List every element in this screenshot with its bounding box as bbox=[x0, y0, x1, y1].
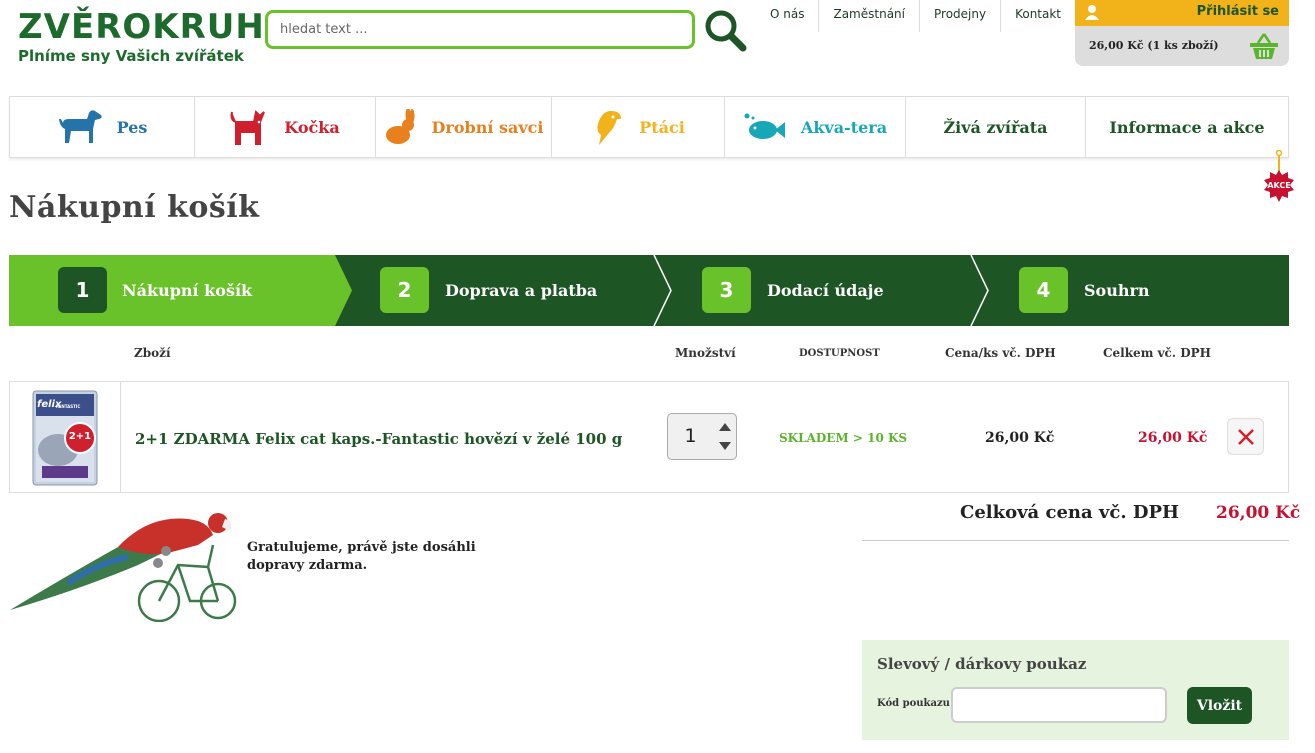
category-aqua-terra[interactable]: Akva-tera bbox=[725, 97, 906, 157]
step-number: 2 bbox=[380, 267, 429, 313]
column-header-unit-price: Cena/ks vč. DPH bbox=[945, 346, 1056, 360]
divider bbox=[862, 540, 1289, 541]
top-navigation: O nás Zaměstnání Prodejny Kontakt bbox=[756, 0, 1075, 32]
category-label: Pes bbox=[116, 117, 148, 137]
promo-tag-icon bbox=[1264, 149, 1294, 202]
search-button[interactable] bbox=[703, 8, 747, 52]
category-info-promo[interactable]: Informace a akce bbox=[1086, 97, 1288, 157]
search-icon bbox=[705, 10, 747, 52]
category-birds[interactable]: Ptáci bbox=[552, 97, 725, 157]
step-number: 1 bbox=[58, 267, 107, 313]
category-cat[interactable]: Kočka bbox=[195, 97, 376, 157]
search-input[interactable] bbox=[265, 10, 695, 49]
category-dog[interactable]: Pes bbox=[10, 97, 195, 157]
rabbit-icon bbox=[385, 109, 415, 144]
step-number: 3 bbox=[702, 267, 751, 313]
step-number: 4 bbox=[1019, 267, 1068, 313]
category-label: Kočka bbox=[284, 117, 340, 137]
step-label: Dodací údaje bbox=[767, 281, 884, 300]
column-header-product: Zboží bbox=[134, 346, 171, 360]
promo-badge-label: 2+1 bbox=[68, 431, 92, 442]
product-name[interactable]: 2+1 ZDARMA Felix cat kaps.-Fantastic hov… bbox=[135, 430, 622, 448]
quantity-value[interactable]: 1 bbox=[668, 425, 713, 447]
category-label: Živá zvířata bbox=[943, 117, 1048, 137]
category-label: Informace a akce bbox=[1109, 117, 1265, 137]
step-label: Souhrn bbox=[1084, 281, 1150, 300]
step-label: Doprava a platba bbox=[445, 281, 598, 300]
category-label: Akva-tera bbox=[800, 117, 888, 137]
step-label: Nákupní košík bbox=[122, 281, 253, 300]
category-label: Drobní savci bbox=[431, 117, 544, 137]
cat-icon bbox=[230, 109, 266, 145]
line-total: 26,00 Kč bbox=[1138, 430, 1208, 446]
topnav-contact[interactable]: Kontakt bbox=[1001, 0, 1075, 32]
free-shipping-note: Gratulujeme, právě jste dosáhli dopravy … bbox=[247, 540, 476, 573]
checkout-steps: 1 Nákupní košík 2 Doprava a platba 3 Dod… bbox=[9, 255, 1289, 326]
akce-badge-label: AKCE bbox=[1267, 181, 1291, 190]
parrot-bicycle-illustration bbox=[10, 513, 237, 622]
category-small-mammals[interactable]: Drobní savci bbox=[376, 97, 552, 157]
voucher-title: Slevový / dárkovy poukaz bbox=[877, 655, 1087, 673]
page-title: Nákupní košík bbox=[9, 190, 260, 225]
category-navigation: Pes Kočka Drobní savci Ptáci Akva-tera Ž… bbox=[9, 96, 1289, 158]
grand-total-label: Celková cena vč. DPH bbox=[960, 502, 1180, 523]
cart-summary-text: 26,00 Kč (1 ks zboží) bbox=[1089, 39, 1219, 52]
voucher-code-label: Kód poukazu bbox=[877, 698, 950, 709]
category-live-animals[interactable]: Živá zvířata bbox=[906, 97, 1086, 157]
topnav-stores[interactable]: Prodejny bbox=[920, 0, 1002, 32]
category-label: Ptáci bbox=[639, 117, 685, 137]
voucher-submit-button[interactable]: Vložit bbox=[1187, 687, 1252, 724]
quantity-stepper[interactable]: 1 bbox=[667, 413, 737, 460]
product-thumbnail[interactable]: felix FANTASTIC 2+1 bbox=[10, 382, 121, 492]
fish-icon bbox=[744, 113, 785, 139]
cart-summary[interactable]: 26,00 Kč (1 ks zboží) bbox=[1075, 26, 1289, 66]
logo-tagline: Plníme sny Vašich zvířátek bbox=[18, 47, 244, 65]
voucher-code-input[interactable] bbox=[951, 687, 1167, 723]
dog-icon bbox=[58, 110, 102, 143]
topnav-careers[interactable]: Zaměstnání bbox=[819, 0, 920, 32]
user-icon bbox=[1085, 5, 1099, 20]
basket-icon bbox=[1250, 33, 1278, 59]
column-header-total: Celkem vč. DPH bbox=[1103, 346, 1211, 360]
unit-price: 26,00 Kč bbox=[985, 430, 1055, 446]
remove-item-button[interactable] bbox=[1227, 418, 1264, 455]
decrement-arrow-icon[interactable] bbox=[715, 436, 735, 456]
table-row: felix FANTASTIC 2+1 2+1 ZDARMA Felix cat… bbox=[9, 381, 1289, 493]
column-header-availability: DOSTUPNOST bbox=[799, 348, 880, 359]
grand-total-value: 26,00 Kč bbox=[1216, 503, 1301, 523]
login-button[interactable]: Přihlásit se bbox=[1075, 0, 1289, 26]
akce-badge[interactable]: AKCE bbox=[1259, 149, 1299, 208]
availability-status: SKLADEM > 10 KS bbox=[779, 431, 908, 445]
login-label: Přihlásit se bbox=[1196, 4, 1279, 19]
column-header-quantity: Množství bbox=[675, 346, 736, 360]
logo-title[interactable]: ZVĚROKRUH bbox=[18, 8, 265, 46]
increment-arrow-icon[interactable] bbox=[715, 417, 735, 437]
parrot-icon bbox=[597, 111, 622, 145]
voucher-panel: Slevový / dárkovy poukaz Kód poukazu Vlo… bbox=[862, 640, 1289, 740]
topnav-about[interactable]: O nás bbox=[756, 0, 820, 32]
product-variant: FANTASTIC bbox=[56, 404, 81, 409]
close-icon bbox=[1237, 428, 1254, 445]
